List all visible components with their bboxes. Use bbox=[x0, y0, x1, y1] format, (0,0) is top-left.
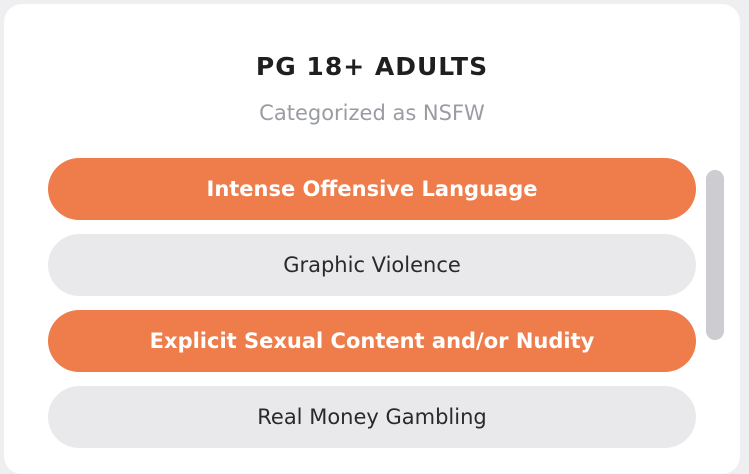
content-rating-card: PG 18+ ADULTS Categorized as NSFW Intens… bbox=[4, 4, 740, 474]
rating-subtitle: Categorized as NSFW bbox=[259, 101, 485, 125]
option-graphic-violence[interactable]: Graphic Violence bbox=[48, 234, 696, 296]
option-label: Intense Offensive Language bbox=[206, 177, 538, 201]
option-label: Explicit Sexual Content and/or Nudity bbox=[149, 329, 595, 353]
option-explicit-sexual-content[interactable]: Explicit Sexual Content and/or Nudity bbox=[48, 310, 696, 372]
option-real-money-gambling[interactable]: Real Money Gambling bbox=[48, 386, 696, 448]
option-label: Real Money Gambling bbox=[257, 405, 487, 429]
scrollbar-thumb[interactable] bbox=[706, 170, 724, 340]
option-intense-offensive-language[interactable]: Intense Offensive Language bbox=[48, 158, 696, 220]
rating-title: PG 18+ ADULTS bbox=[255, 52, 489, 81]
content-options-list: Intense Offensive Language Graphic Viole… bbox=[48, 158, 696, 462]
option-label: Graphic Violence bbox=[283, 253, 461, 277]
